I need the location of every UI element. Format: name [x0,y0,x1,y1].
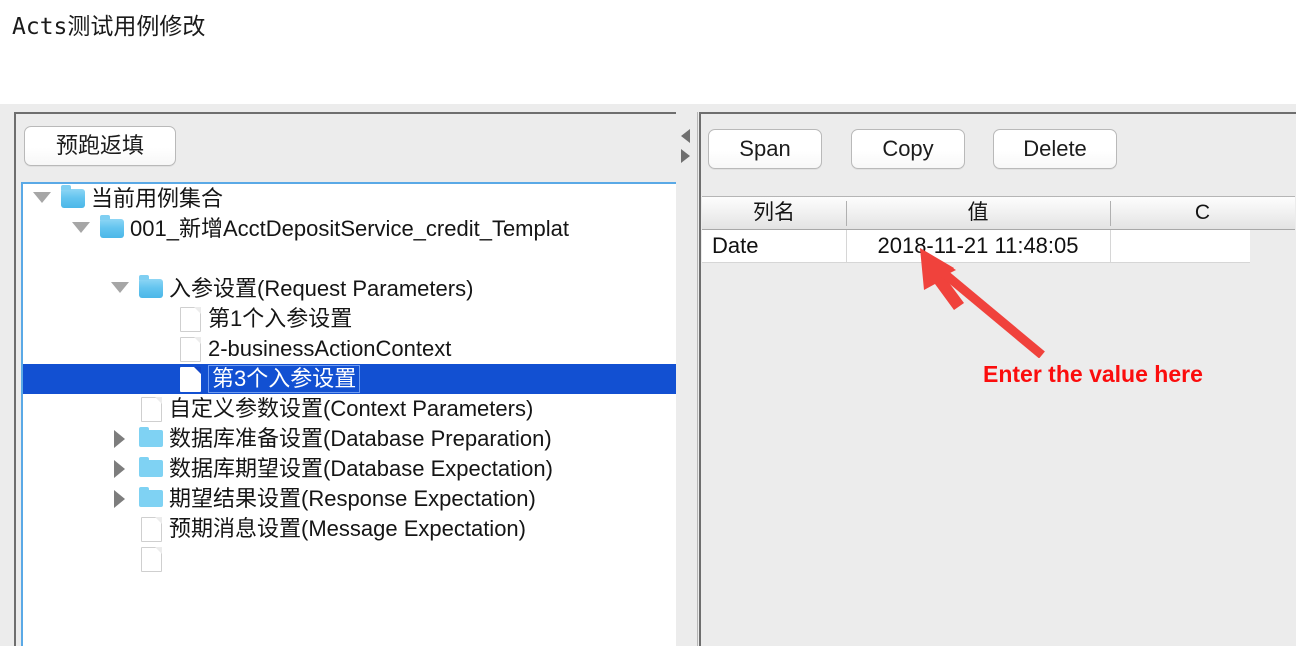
file-icon [180,307,201,332]
table-row[interactable]: Date 2018-11-21 11:48:05 [702,230,1250,263]
parameters-table: 列名值 C Date 2018-11-21 11:48:05 [702,196,1295,263]
application-window: Acts测试用例修改 预跑返填 当前用例集合 001_新增AcctDepositS… [0,0,1296,646]
tree-item-label: 第1个入参设置 [208,306,353,331]
annotation-label: Enter the value here [983,361,1203,387]
tree-item-label: 第3个入参设置 [208,365,361,393]
tree-item-label: 2-businessActionContext [208,336,452,361]
cell-column-name[interactable]: Date [712,230,856,262]
file-icon [180,337,201,362]
tree-row[interactable] [23,244,680,274]
cell-value[interactable]: 2018-11-21 11:48:05 [846,230,1110,262]
left-toolbar: 预跑返填 [16,114,676,172]
chevron-right-icon[interactable] [114,430,125,448]
column-resize-handle[interactable] [1110,201,1111,226]
tree-row[interactable]: 自定义参数设置(Context Parameters) [23,394,680,424]
tree-row-selected[interactable]: 第3个入参设置 [23,364,680,394]
tree-row[interactable]: 入参设置(Request Parameters) [23,274,680,304]
tree-row[interactable] [23,544,680,574]
tree-item-label: 预期消息设置(Message Expectation) [169,516,526,541]
folder-icon [139,275,163,298]
folder-icon [100,215,124,238]
page-title: Acts测试用例修改 [12,14,206,40]
tree-item-label: 当前用例集合 [91,186,224,211]
folder-icon [139,487,163,507]
tree-row[interactable]: 期望结果设置(Response Expectation) [23,484,680,514]
triangle-right-icon[interactable] [681,149,690,163]
tree-item-label: 自定义参数设置(Context Parameters) [169,396,534,421]
tree-row[interactable]: 第1个入参设置 [23,304,680,334]
tree-row[interactable]: 预期消息设置(Message Expectation) [23,514,680,544]
cell-c[interactable] [1110,230,1250,262]
cell-divider [1110,230,1111,262]
delete-button[interactable]: Delete [993,129,1117,169]
case-tree: 当前用例集合 001_新增AcctDepositService_credit_Te… [23,184,680,646]
span-button[interactable]: Span [708,129,822,169]
chevron-down-icon[interactable] [111,282,129,293]
tree-item-label: 001_新增AcctDepositService_credit_Templat [130,216,569,241]
prerun-backfill-button[interactable]: 预跑返填 [24,126,176,166]
chevron-right-icon[interactable] [114,490,125,508]
folder-icon [139,457,163,477]
copy-button[interactable]: Copy [851,129,965,169]
file-icon [141,547,162,572]
file-icon [180,367,201,392]
tree-row[interactable]: 数据库准备设置(Database Preparation) [23,424,680,454]
table-body: Date 2018-11-21 11:48:05 [702,230,1295,263]
tree-item-label: 数据库准备设置(Database Preparation) [169,426,552,451]
file-icon [141,517,162,542]
table-header-row: 列名值 C [702,196,1295,230]
file-icon [141,397,162,422]
tree-row[interactable]: 数据库期望设置(Database Expectation) [23,454,680,484]
column-header[interactable]: C [1110,197,1295,229]
cell-divider [846,230,847,262]
chevron-down-icon[interactable] [33,192,51,203]
tree-row[interactable]: 001_新增AcctDepositService_credit_Templat [23,214,680,244]
tree-row[interactable]: 当前用例集合 [23,184,680,214]
triangle-left-icon[interactable] [681,129,690,143]
title-area: Acts测试用例修改 [0,0,1296,104]
case-tree-panel[interactable]: 当前用例集合 001_新增AcctDepositService_credit_Te… [21,182,682,646]
tree-item-label: 期望结果设置(Response Expectation) [169,486,536,511]
left-panel: 预跑返填 当前用例集合 001_新增AcctDepositService_cred… [14,112,682,646]
split-divider[interactable] [676,112,698,646]
chevron-right-icon[interactable] [114,460,125,478]
tree-item-label: 入参设置(Request Parameters) [169,276,474,301]
column-resize-handle[interactable] [846,201,847,226]
column-header[interactable]: 列名 [702,197,846,229]
tree-item-label: 数据库期望设置(Database Expectation) [169,456,553,481]
tree-row[interactable]: 2-businessActionContext [23,334,680,364]
column-header[interactable]: 值 [846,197,1110,229]
folder-icon [61,185,85,208]
folder-icon [139,427,163,447]
chevron-down-icon[interactable] [72,222,90,233]
